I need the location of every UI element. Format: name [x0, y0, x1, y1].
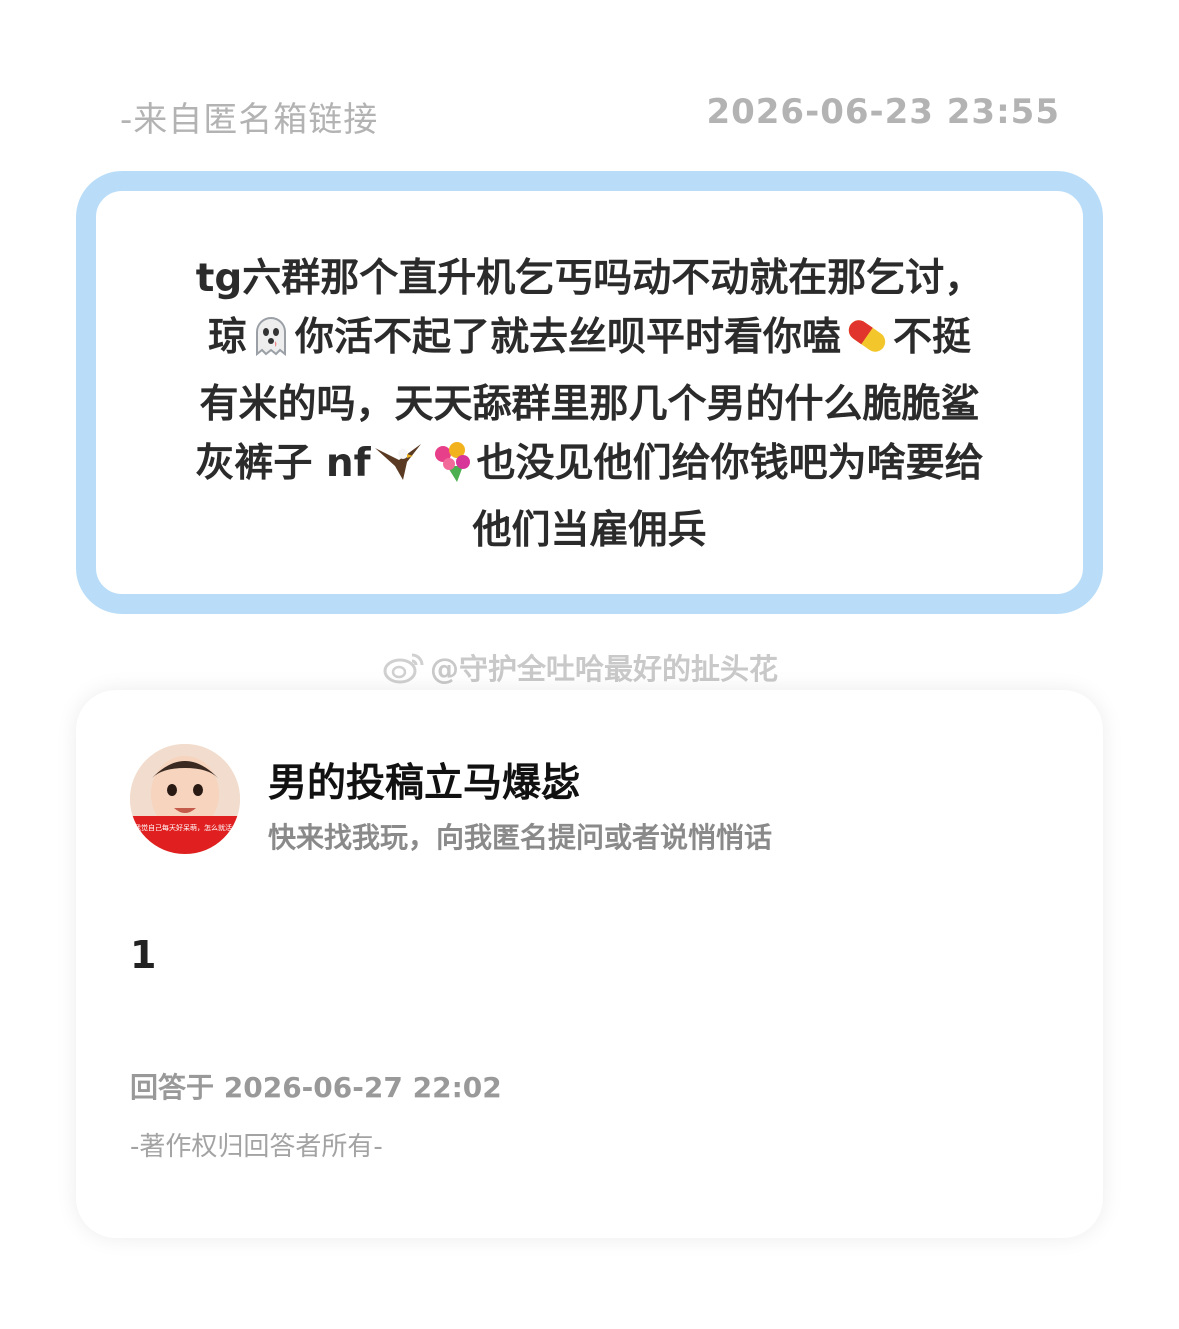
- pill-icon: [843, 314, 891, 375]
- profile-name[interactable]: 男的投稿立马爆毖: [268, 752, 580, 808]
- watermark: @守护全吐哈最好的扯头花: [382, 645, 778, 689]
- question-line-text: 琼: [207, 315, 247, 360]
- source-label: -来自匿名箱链接: [120, 100, 379, 140]
- watermark-text: @守护全吐哈最好的扯头花: [430, 652, 779, 686]
- bouquet-icon: [427, 440, 475, 501]
- question-timestamp: 2026-06-23 23:55: [706, 92, 1060, 132]
- profile-bio: 快来找我玩，向我匿名提问或者说悄悄话: [268, 821, 773, 854]
- question-line-text: 也没见他们给你钱吧为啥要给: [476, 441, 984, 486]
- question-line-text: 不挺: [893, 315, 972, 360]
- answer-text: 1: [130, 933, 157, 977]
- question-line-text: 你活不起了就去丝呗平时看你嗑: [294, 315, 841, 360]
- question-line: 琼 你活不起了就去丝呗平时看你嗑 不挺: [156, 308, 1023, 375]
- weibo-icon: [382, 649, 426, 685]
- question-line: tg六群那个直升机乞丐吗动不动就在那乞讨，: [156, 249, 1023, 308]
- ghost-icon: [249, 314, 293, 375]
- avatar[interactable]: 我觉自己每天好呆萌，怎么就活成这样了: [130, 744, 240, 854]
- eagle-icon: [373, 440, 423, 501]
- copyright-notice: -著作权归回答者所有-: [130, 1132, 383, 1162]
- question-line: 灰裤子 nf 也没见他们给你钱吧为啥要给: [156, 434, 1023, 501]
- question-line-text: 灰裤子 nf: [195, 441, 371, 486]
- question-meta: -来自匿名箱链接 2026-06-23 23:55: [120, 92, 1060, 142]
- question-line-text: 他们当雇佣兵: [472, 508, 707, 553]
- question-text: tg六群那个直升机乞丐吗动不动就在那乞讨， 琼你活不起了就去丝呗平时看你嗑 不挺 …: [156, 249, 1023, 560]
- avatar-caption: 我觉自己每天好呆萌，怎么就活成这样了: [134, 823, 240, 832]
- question-card: tg六群那个直升机乞丐吗动不动就在那乞讨， 琼你活不起了就去丝呗平时看你嗑 不挺 …: [76, 171, 1103, 614]
- answer-card: 我觉自己每天好呆萌，怎么就活成这样了 男的投稿立马爆毖 快来找我玩，向我匿名提问…: [76, 690, 1103, 1238]
- question-line-text: 有米的吗，天天舔群里那几个男的什么脆脆鲨: [199, 382, 980, 427]
- question-line: 他们当雇佣兵: [156, 501, 1023, 560]
- answered-timestamp: 回答于 2026-06-27 22:02: [130, 1071, 502, 1104]
- question-line: 有米的吗，天天舔群里那几个男的什么脆脆鲨: [156, 375, 1023, 434]
- question-line-text: tg六群那个直升机乞丐吗动不动就在那乞讨，: [195, 256, 984, 301]
